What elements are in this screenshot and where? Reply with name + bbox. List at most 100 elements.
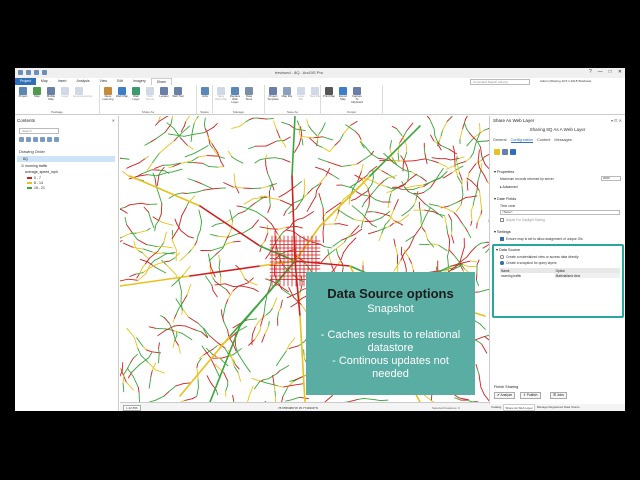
- road-segment: [233, 186, 245, 189]
- open-icon[interactable]: [18, 70, 23, 75]
- layers-icon[interactable]: [494, 149, 500, 155]
- layer-file-button[interactable]: Layer File: [295, 87, 307, 101]
- layer-button[interactable]: Layer: [59, 87, 71, 98]
- road-segment: [129, 202, 141, 206]
- road-segment: [298, 396, 309, 400]
- road-segment: [293, 296, 303, 306]
- road-segment: [479, 122, 481, 133]
- task-file-button[interactable]: Task File: [309, 87, 321, 98]
- road-segment: [470, 180, 478, 188]
- legend-item: 0 - 7: [27, 176, 41, 180]
- jobs-button[interactable]: ☰ Jobs: [550, 392, 567, 399]
- map-node[interactable]: 8Q: [17, 156, 115, 162]
- tab-messages[interactable]: Messages: [554, 138, 571, 143]
- ribbon-button-label: Deep Learning: [102, 94, 114, 101]
- tab-project[interactable]: Project: [15, 78, 36, 85]
- deep-learning-button[interactable]: Deep Learning: [102, 87, 114, 101]
- web-scene-button[interactable]: Web Scene: [144, 87, 156, 101]
- publish-button[interactable]: ⇪ Publish: [520, 392, 541, 399]
- ribbon-button-label: Layer File: [297, 94, 305, 101]
- web-map-button[interactable]: Web Map: [116, 87, 128, 98]
- max-records-input[interactable]: 2000: [601, 176, 621, 181]
- road-segment: [480, 241, 488, 244]
- map-file-button[interactable]: Map File: [281, 87, 293, 98]
- jobs-button[interactable]: Jobs: [199, 87, 211, 98]
- project-template-button[interactable]: Project Template: [267, 87, 279, 101]
- capture-to-clipboard-button[interactable]: Capture To Clipboard: [351, 87, 363, 104]
- list-by-source-icon[interactable]: [26, 137, 31, 142]
- tab-share-as-web-layer[interactable]: Share As Web Layer: [503, 404, 535, 411]
- list-by-drawing-order-icon[interactable]: [19, 137, 24, 142]
- geoprocessing-button[interactable]: Geoprocessing: [73, 87, 92, 98]
- time-zone-select[interactable]: <None>: [500, 210, 620, 215]
- web-tool-button[interactable]: Web Tool: [172, 87, 184, 98]
- road-segment: [276, 359, 281, 367]
- list-by-labeling-icon[interactable]: [54, 137, 59, 142]
- road-segment: [288, 337, 296, 346]
- maximize-button[interactable]: □: [609, 69, 612, 75]
- scale-selector[interactable]: 1:42,556: [123, 404, 141, 411]
- tab-analysis[interactable]: Analysis: [71, 78, 94, 85]
- unique-ids-checkbox[interactable]: [500, 237, 504, 241]
- web-layer-button[interactable]: Web Layer: [130, 87, 142, 101]
- road-segment: [158, 170, 162, 175]
- data-store-button[interactable]: Data Store: [243, 87, 255, 101]
- tab-map[interactable]: Map: [36, 78, 53, 85]
- project-button[interactable]: Project: [17, 87, 29, 98]
- tab-general[interactable]: General: [493, 138, 507, 143]
- list-by-editing-icon[interactable]: [40, 137, 45, 142]
- road-segment: [363, 397, 376, 401]
- save-icon[interactable]: [26, 70, 31, 75]
- road-segment: [138, 158, 146, 164]
- properties-section-header[interactable]: ▾ Properties: [494, 169, 514, 174]
- daylight-saving-checkbox[interactable]: [500, 218, 504, 222]
- configure-icon[interactable]: [502, 149, 508, 155]
- road-segment: [360, 220, 364, 229]
- tab-view[interactable]: View: [95, 78, 113, 85]
- map-button[interactable]: Map: [31, 87, 43, 98]
- undo-icon[interactable]: [34, 70, 39, 75]
- layer-node-morning-traffic[interactable]: ☑ morning traffic: [21, 164, 47, 168]
- export-map-button[interactable]: Export Map: [337, 87, 349, 101]
- road-segment: [255, 195, 266, 204]
- tab-imagery[interactable]: Imagery: [128, 78, 151, 85]
- analyze-button[interactable]: ✔ Analyze: [494, 392, 516, 399]
- advanced-expander[interactable]: ▸ Advanced: [500, 185, 518, 189]
- tab-share[interactable]: Share: [150, 78, 173, 85]
- road-segment: [310, 129, 318, 137]
- road-segment: [190, 245, 196, 251]
- task-file-icon: [311, 87, 319, 95]
- road-segment: [393, 265, 398, 272]
- print-map-button[interactable]: Print Map: [323, 87, 335, 98]
- settings-section-header[interactable]: ▾ Settings: [494, 229, 511, 234]
- pin-icon[interactable]: ▾ ⊡: [611, 118, 619, 123]
- close-button[interactable]: ✕: [618, 69, 622, 75]
- tab-insert[interactable]: Insert: [53, 78, 72, 85]
- ribbon-group-label: Share As: [141, 110, 155, 114]
- redo-icon[interactable]: [42, 70, 47, 75]
- tab-catalog[interactable]: Catalog: [491, 404, 501, 411]
- replace-web-layer-button[interactable]: Replace Web Layer: [229, 87, 241, 104]
- road-segment: [370, 195, 377, 201]
- legend-label: 15 - 21: [34, 186, 45, 190]
- data-icon[interactable]: [510, 149, 516, 155]
- help-button[interactable]: ?: [589, 69, 592, 75]
- tab-edit[interactable]: Edit: [112, 78, 128, 85]
- tab-manage-registered-data-stores[interactable]: Manage Registered Data Stores: [537, 404, 580, 411]
- road-segment: [158, 146, 168, 154]
- contents-search-input[interactable]: Search: [19, 128, 59, 134]
- road-segment: [389, 222, 394, 227]
- close-icon[interactable]: ✕: [112, 118, 115, 123]
- signed-in-user[interactable]: Admin (Sharing 10.5 1.2018 Windows): [540, 79, 591, 83]
- list-by-selection-icon[interactable]: [33, 137, 38, 142]
- minimize-button[interactable]: —: [598, 69, 603, 75]
- tab-configuration[interactable]: Configuration: [510, 138, 534, 143]
- list-by-snapping-icon[interactable]: [47, 137, 52, 142]
- tab-content[interactable]: Content: [537, 138, 550, 143]
- mobile-map-button[interactable]: Mobile Map: [45, 87, 57, 101]
- date-fields-section-header[interactable]: ▾ Date Fields: [494, 196, 516, 201]
- save-web-map-button[interactable]: Save Web Map: [215, 87, 227, 101]
- locator-button[interactable]: Locator: [158, 87, 170, 98]
- road-segment: [187, 316, 199, 324]
- close-icon[interactable]: ✕: [619, 118, 622, 123]
